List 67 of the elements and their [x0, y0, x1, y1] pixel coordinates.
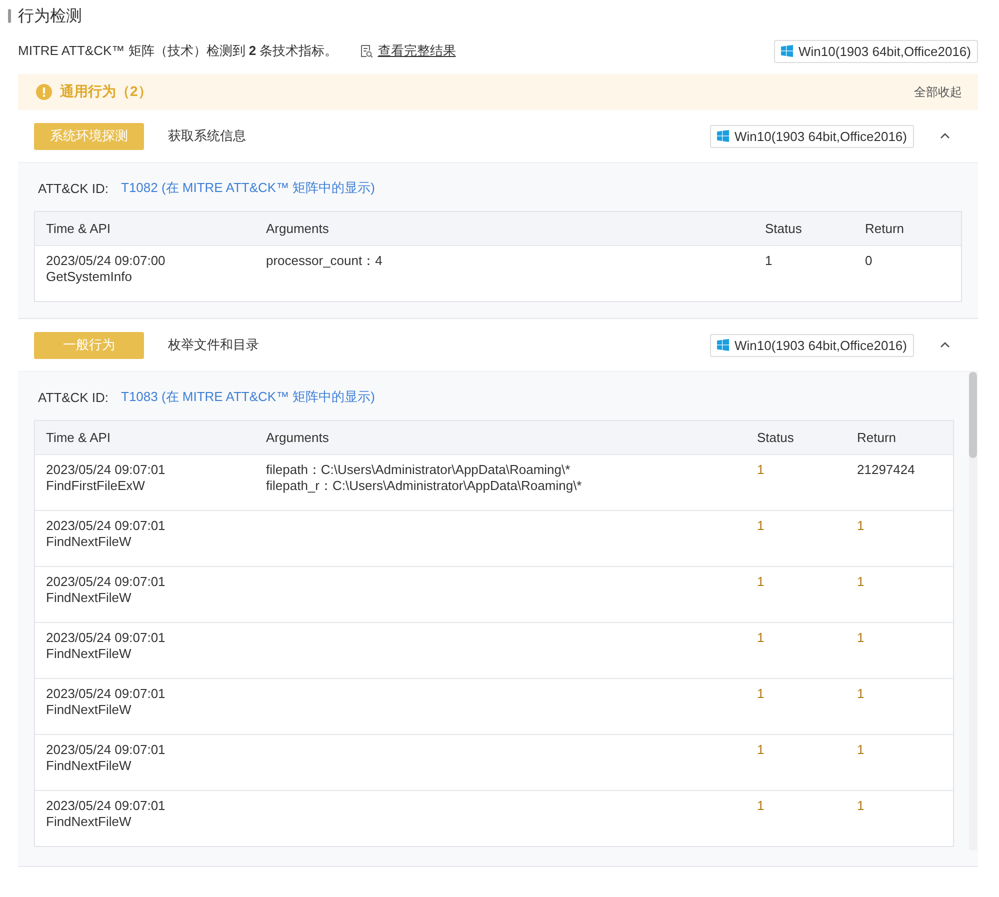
- return-value: 1: [857, 518, 866, 534]
- status-value: 1: [757, 686, 766, 702]
- argument: filepath：C:\Users\Administrator\AppData\Roaming\*: [266, 462, 572, 478]
- timestamp: 2023/05/24 09:07:01: [46, 462, 166, 478]
- api-name: FindNextFileW: [46, 590, 132, 606]
- collapse-all-link[interactable]: 全部收起: [914, 84, 962, 100]
- timestamp: 2023/05/24 09:07:01: [46, 798, 166, 814]
- status-value: 1: [765, 253, 774, 269]
- category-badge: 一般行为: [34, 332, 144, 358]
- windows-icon: [716, 130, 729, 142]
- api-name: FindNextFileW: [46, 758, 132, 774]
- warning-icon: [36, 84, 52, 100]
- return-value: 1: [857, 798, 866, 814]
- timestamp: 2023/05/24 09:07:01: [46, 742, 166, 758]
- timestamp: 2023/05/24 09:07:01: [46, 518, 166, 534]
- summary-text: MITRE ATT&CK™ 矩阵（技术）检测到 2 条技术指标。: [18, 42, 338, 60]
- chevron-icon: [940, 342, 950, 348]
- timestamp: 2023/05/24 09:07:01: [46, 686, 166, 702]
- column-header: Return: [857, 430, 898, 446]
- attck-id-label: ATT&CK ID:: [38, 180, 110, 196]
- column-header: Status: [765, 220, 803, 236]
- column-header: Status: [757, 430, 795, 446]
- full-results-link[interactable]: 查看完整结果: [378, 42, 456, 60]
- api-name: FindFirstFileExW: [46, 478, 146, 494]
- timestamp: 2023/05/24 09:07:01: [46, 574, 166, 590]
- group-title: 通用行为（2）: [60, 83, 152, 101]
- api-name: FindNextFileW: [46, 814, 132, 830]
- return-value: 1: [857, 686, 866, 702]
- technique-link[interactable]: T1082 (在 MITRE ATT&CK™ 矩阵中的显示): [121, 179, 376, 197]
- column-header: Time & API: [45, 430, 112, 446]
- attck-id-label: ATT&CK ID:: [38, 390, 110, 404]
- api-name: GetSystemInfo: [46, 269, 133, 285]
- status-value: 1: [757, 518, 766, 534]
- status-value: 1: [757, 798, 766, 814]
- return-value: 21297424: [857, 462, 916, 478]
- argument: filepath_r：C:\Users\Administrator\AppData\Roaming\*: [266, 478, 583, 494]
- column-header: Return: [865, 220, 906, 236]
- behavior-name: 获取系统信息: [168, 127, 246, 145]
- category-badge: 系统环境探测: [34, 122, 144, 150]
- column-header: Time & API: [45, 220, 112, 236]
- environment-tag: Win10(1903 64bit,Office2016): [710, 334, 914, 356]
- timestamp: 2023/05/24 09:07:00: [46, 253, 166, 269]
- return-value: 0: [865, 253, 874, 269]
- api-name: FindNextFileW: [46, 702, 132, 718]
- chevron-icon: [940, 133, 950, 139]
- return-value: 1: [857, 742, 866, 758]
- section-title: 行为检测: [18, 6, 82, 26]
- scrollbar[interactable]: [969, 372, 977, 850]
- return-value: 1: [857, 574, 866, 590]
- document-search-icon: [360, 44, 373, 58]
- status-value: 1: [757, 574, 766, 590]
- status-value: 1: [757, 742, 766, 758]
- api-name: FindNextFileW: [46, 646, 132, 662]
- status-value: 1: [757, 630, 766, 646]
- return-value: 1: [857, 630, 866, 646]
- windows-icon: [716, 339, 729, 351]
- argument: processor_count：4: [266, 253, 384, 269]
- behavior-name: 枚举文件和目录: [168, 336, 259, 354]
- column-header: Arguments: [266, 430, 330, 446]
- environment-tag: Win10(1903 64bit,Office2016): [774, 40, 978, 62]
- environment-tag: Win10(1903 64bit,Office2016): [710, 124, 914, 148]
- api-name: FindNextFileW: [46, 534, 132, 550]
- column-header: Arguments: [266, 220, 330, 236]
- timestamp: 2023/05/24 09:07:01: [46, 630, 166, 646]
- status-value: 1: [757, 462, 766, 478]
- technique-link[interactable]: T1083 (在 MITRE ATT&CK™ 矩阵中的显示): [121, 388, 376, 406]
- windows-icon: [780, 45, 793, 57]
